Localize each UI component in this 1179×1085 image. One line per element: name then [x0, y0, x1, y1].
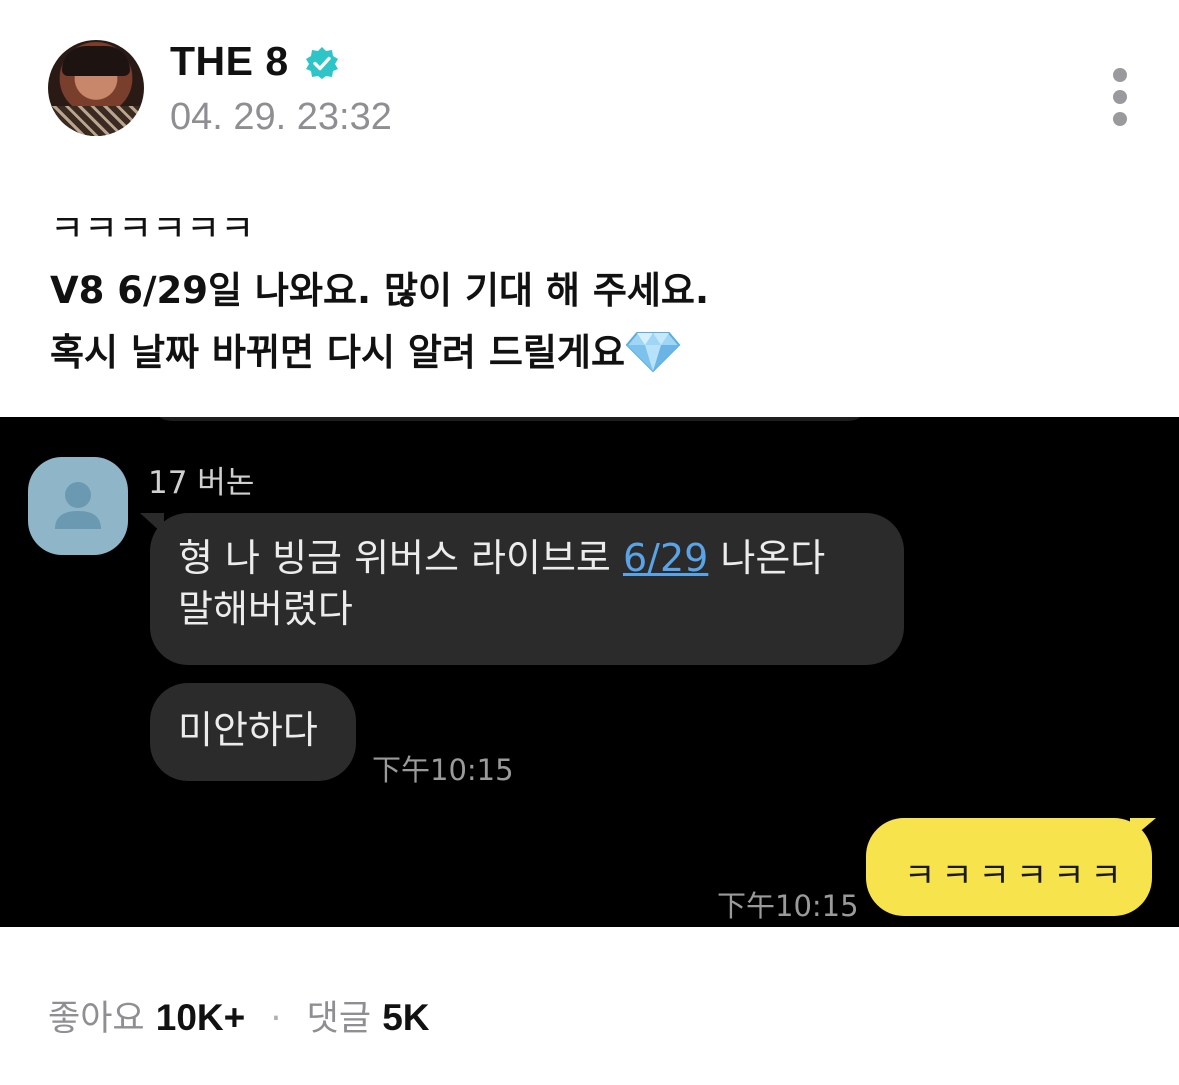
friend-message-bubble: 형 나 빙금 위버스 라이브로 6/29 나온다 말해버렸다 [150, 513, 904, 665]
message-time: 下午10:15 [372, 753, 514, 787]
message-text: 말해버렸다 [178, 587, 353, 631]
comments-count[interactable]: 5K [382, 997, 429, 1038]
message-text: 나온다 [708, 536, 826, 580]
default-profile-icon [55, 482, 101, 529]
chat-screenshot-image[interactable]: 17 버논 형 나 빙금 위버스 라이브로 6/29 나온다 말해버렸다 미안하… [0, 417, 1179, 927]
message-text: 미안하다 [178, 708, 318, 752]
post-body: ㅋㅋㅋㅋㅋㅋ V8 6/29일 나와요. 많이 기대 해 주세요. 혹시 날짜 … [50, 198, 1150, 384]
post-header: THE 8 04. 29. 23:32 [0, 0, 1179, 160]
post-line-with-emoji: 혹시 날짜 바뀌면 다시 알려 드릴게요 [50, 322, 1150, 384]
post-line: 혹시 날짜 바뀌면 다시 알려 드릴게요 [50, 331, 626, 374]
separator: · [270, 999, 282, 1039]
author-name[interactable]: THE 8 [170, 38, 289, 85]
post-line: ㅋㅋㅋㅋㅋㅋ [50, 207, 255, 250]
message-text: 형 나 빙금 위버스 라이브로 [178, 536, 623, 580]
friend-avatar [28, 457, 128, 555]
more-options-icon[interactable] [1104, 66, 1136, 128]
friend-name: 17 버논 [148, 465, 255, 501]
post-line: V8 6/29일 나와요. 많이 기대 해 주세요. [50, 269, 710, 312]
my-message-bubble: ㅋㅋㅋㅋㅋㅋ [866, 818, 1152, 916]
verified-badge-icon [306, 47, 338, 79]
likes-count[interactable]: 10K+ [156, 997, 245, 1038]
gem-stone-icon [625, 332, 681, 373]
author-avatar[interactable] [48, 40, 144, 136]
likes-label[interactable]: 좋아요 [48, 999, 145, 1039]
previous-message-bubble [150, 417, 870, 421]
post-stats: 좋아요 10K+ · 댓글 5K [48, 990, 430, 1041]
post-timestamp: 04. 29. 23:32 [170, 96, 392, 138]
friend-message-bubble: 미안하다 [150, 683, 356, 781]
comments-label[interactable]: 댓글 [307, 999, 371, 1039]
date-link[interactable]: 6/29 [623, 536, 708, 580]
message-time: 下午10:15 [717, 889, 859, 923]
